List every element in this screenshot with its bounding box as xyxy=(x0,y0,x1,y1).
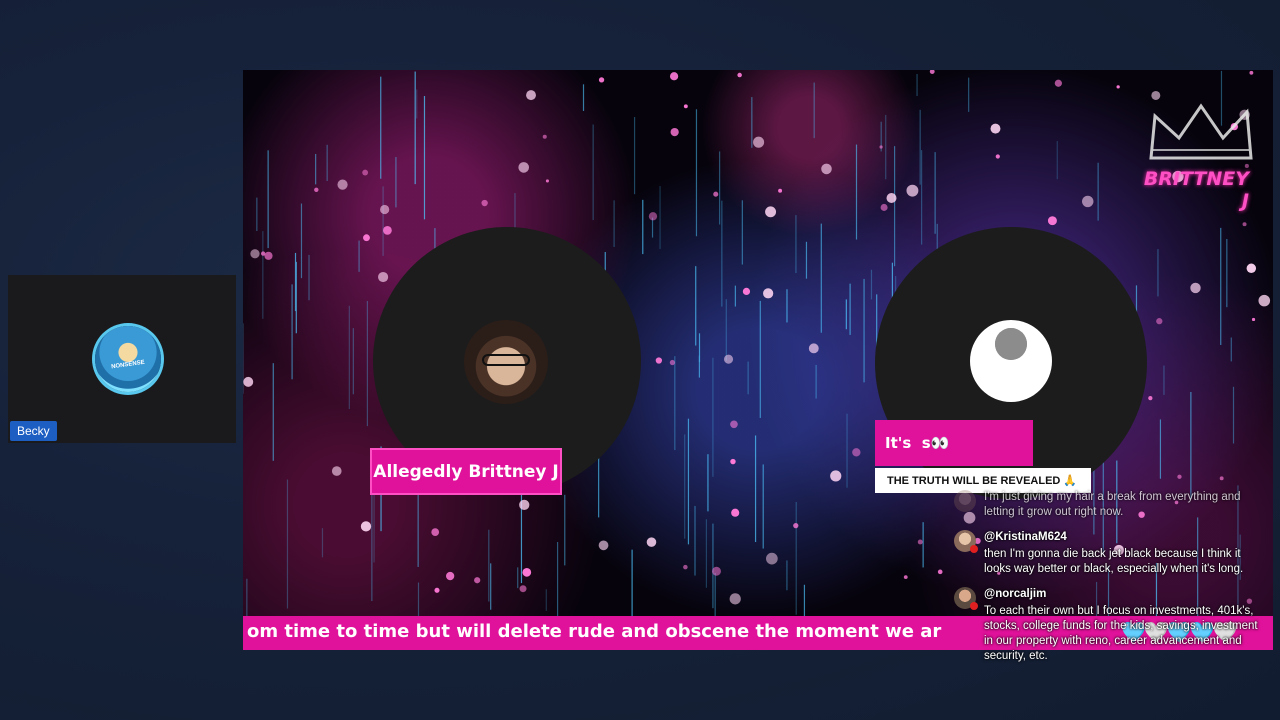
brand-logo: BRITTNEY J xyxy=(1131,98,1261,212)
host-avatar xyxy=(464,320,548,404)
guest-name-label: It's ⁣⁣⁣⁣⁣⁣⁣ ⁣⁣⁣s👀 xyxy=(875,420,1033,466)
crown-icon xyxy=(1149,103,1253,160)
chat-message-text: I'm just giving my hair a break from eve… xyxy=(984,491,1241,518)
chat-message: @norcaljim To each their own but I focus… xyxy=(952,587,1262,664)
avatar: NONSENSE xyxy=(95,326,161,392)
chat-avatar xyxy=(954,490,976,512)
chat-message-text: then I'm gonna die back jet black becaus… xyxy=(984,548,1244,575)
chat-message: I'm just giving my hair a break from eve… xyxy=(952,490,1262,520)
chat-avatar xyxy=(954,530,978,553)
participant-tile-becky[interactable]: NONSENSE Becky xyxy=(8,275,236,443)
chat-message-text: To each their own but I focus on investm… xyxy=(984,605,1258,662)
chat-overlay: I'm just giving my hair a break from eve… xyxy=(952,490,1262,674)
glasses-icon xyxy=(482,354,530,366)
chat-message: @KristinaM624 then I'm gonna die back je… xyxy=(952,530,1262,577)
chat-handle: @KristinaM624 xyxy=(984,531,1067,543)
brand-text: BRITTNEY J xyxy=(1143,168,1249,212)
default-user-icon xyxy=(970,320,1052,402)
chat-avatar xyxy=(954,587,978,610)
participant-name-tag: Becky xyxy=(10,421,57,441)
host-name-label: Allegedly Brittney J xyxy=(370,448,562,495)
avatar-text: NONSENSE xyxy=(110,359,146,371)
chat-handle: @norcaljim xyxy=(984,588,1047,600)
ticker-text: om time to time but will delete rude and… xyxy=(247,621,942,642)
